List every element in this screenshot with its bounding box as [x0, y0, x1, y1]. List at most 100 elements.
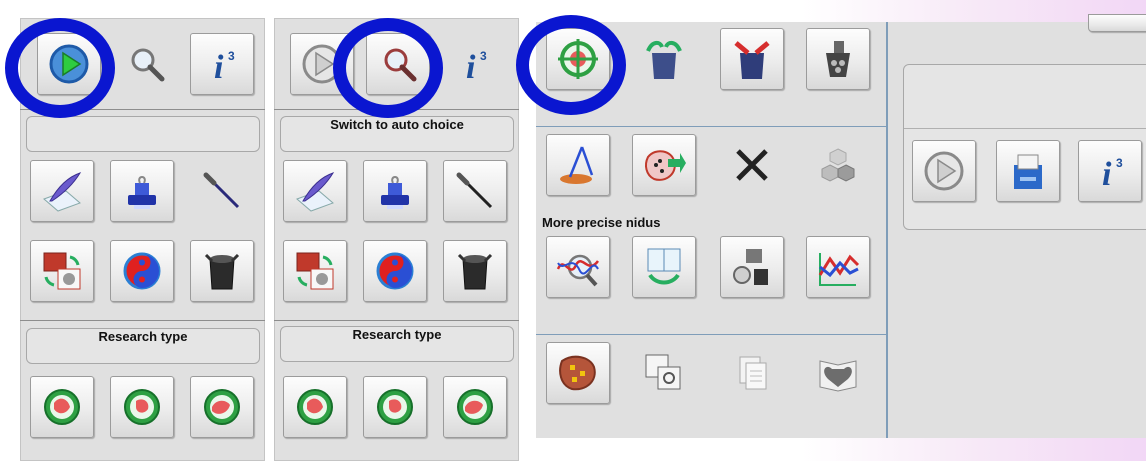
yin-yang-icon — [123, 252, 161, 290]
separator — [20, 320, 265, 321]
separator — [904, 128, 1146, 129]
play-button[interactable] — [37, 33, 101, 95]
target-button-2[interactable] — [363, 376, 427, 438]
swap-button[interactable] — [30, 240, 94, 302]
tissue-icon — [559, 355, 596, 391]
bucket-down-icon — [734, 41, 770, 79]
region-arrow-icon — [645, 150, 686, 181]
magnifier-icon — [384, 48, 417, 82]
bucket-up-icon — [646, 40, 682, 79]
close-icon — [736, 149, 768, 181]
magnifier-icon — [131, 48, 165, 82]
info-icon: i 3 — [1102, 156, 1123, 193]
info-button[interactable]: i 3 — [1078, 140, 1142, 202]
play-button[interactable] — [912, 140, 976, 202]
play-icon — [302, 44, 342, 84]
swap-images-icon — [43, 252, 81, 290]
target-icon — [44, 389, 80, 425]
nidus-label: More precise nidus — [542, 215, 661, 230]
stamp-button[interactable] — [363, 160, 427, 222]
svg-text:i: i — [214, 49, 224, 86]
search-button[interactable] — [366, 33, 430, 95]
target-button-1[interactable] — [283, 376, 347, 438]
yinyang-button[interactable] — [110, 240, 174, 302]
separator — [274, 320, 519, 321]
info-button[interactable]: i 3 — [442, 33, 506, 95]
wave-search-button[interactable] — [546, 236, 610, 298]
grinder-button[interactable] — [806, 28, 870, 90]
heart-book-icon — [819, 360, 857, 392]
target-button-3[interactable] — [443, 376, 507, 438]
bucket-icon — [457, 253, 493, 290]
stamp-button[interactable] — [110, 160, 174, 222]
stamp-icon — [381, 176, 409, 209]
yin-yang-icon — [376, 252, 414, 290]
quill-button[interactable] — [283, 160, 347, 222]
corner-button[interactable] — [1088, 14, 1146, 32]
bucket-button[interactable] — [443, 240, 507, 302]
region-arrow-button[interactable] — [632, 134, 696, 196]
compass-icon — [560, 146, 594, 184]
empty-bar — [26, 116, 260, 152]
needle-icon — [456, 172, 493, 209]
needle-button[interactable] — [443, 160, 507, 222]
line-graph-icon — [818, 253, 860, 286]
hexagons-icon — [821, 148, 855, 182]
separator — [20, 109, 265, 110]
svg-text:i: i — [466, 49, 476, 86]
play-icon — [49, 44, 89, 84]
tissue-button[interactable] — [546, 342, 610, 404]
research-type-label: Research type — [352, 327, 442, 342]
target-icon — [297, 389, 333, 425]
target-button-3[interactable] — [190, 376, 254, 438]
graph-button[interactable] — [806, 236, 870, 298]
info-button[interactable]: i 3 — [190, 33, 254, 95]
device-button[interactable] — [720, 236, 784, 298]
bucket-icon — [204, 253, 240, 290]
target-tool-button[interactable] — [546, 28, 610, 90]
auto-choice-bar[interactable]: Switch to auto choice — [280, 116, 514, 152]
separator — [274, 109, 519, 110]
image-search-button[interactable] — [632, 342, 696, 404]
auto-choice-label: Switch to auto choice — [330, 117, 464, 132]
bucket-button[interactable] — [190, 240, 254, 302]
documents-swap-button[interactable] — [632, 236, 696, 298]
target-icon — [377, 389, 413, 425]
target-icon — [457, 389, 493, 425]
needle-icon — [203, 172, 240, 209]
research-type-bar: Research type — [26, 328, 260, 364]
delete-button[interactable] — [720, 134, 784, 196]
notes-icon — [739, 356, 767, 390]
target-icon — [204, 389, 240, 425]
target-button-2[interactable] — [110, 376, 174, 438]
device-icon — [733, 249, 768, 285]
file-box-icon — [1014, 154, 1042, 189]
target-icon — [124, 389, 160, 425]
play-button[interactable] — [290, 33, 354, 95]
notes-button[interactable] — [720, 342, 784, 404]
search-button[interactable] — [115, 33, 179, 95]
target-button-1[interactable] — [30, 376, 94, 438]
heart-book-button[interactable] — [806, 342, 870, 404]
documents-swap-icon — [647, 248, 681, 285]
quill-button[interactable] — [30, 160, 94, 222]
info-icon: i 3 — [214, 49, 235, 86]
needle-button[interactable] — [190, 160, 254, 222]
research-type-label: Research type — [98, 329, 188, 344]
hexagons-button[interactable] — [806, 134, 870, 196]
bucket-down-button[interactable] — [720, 28, 784, 90]
image-search-icon — [645, 354, 681, 390]
bucket-up-button[interactable] — [632, 28, 696, 90]
svg-text:3: 3 — [228, 49, 235, 63]
swap-button[interactable] — [283, 240, 347, 302]
quill-paper-icon — [296, 172, 335, 212]
research-type-bar: Research type — [280, 326, 514, 362]
info-icon: i 3 — [466, 49, 487, 86]
quill-paper-icon — [43, 172, 82, 212]
separator — [536, 126, 888, 127]
svg-text:i: i — [1102, 156, 1112, 193]
stamp-icon — [128, 176, 156, 209]
yinyang-button[interactable] — [363, 240, 427, 302]
file-box-button[interactable] — [996, 140, 1060, 202]
compass-button[interactable] — [546, 134, 610, 196]
